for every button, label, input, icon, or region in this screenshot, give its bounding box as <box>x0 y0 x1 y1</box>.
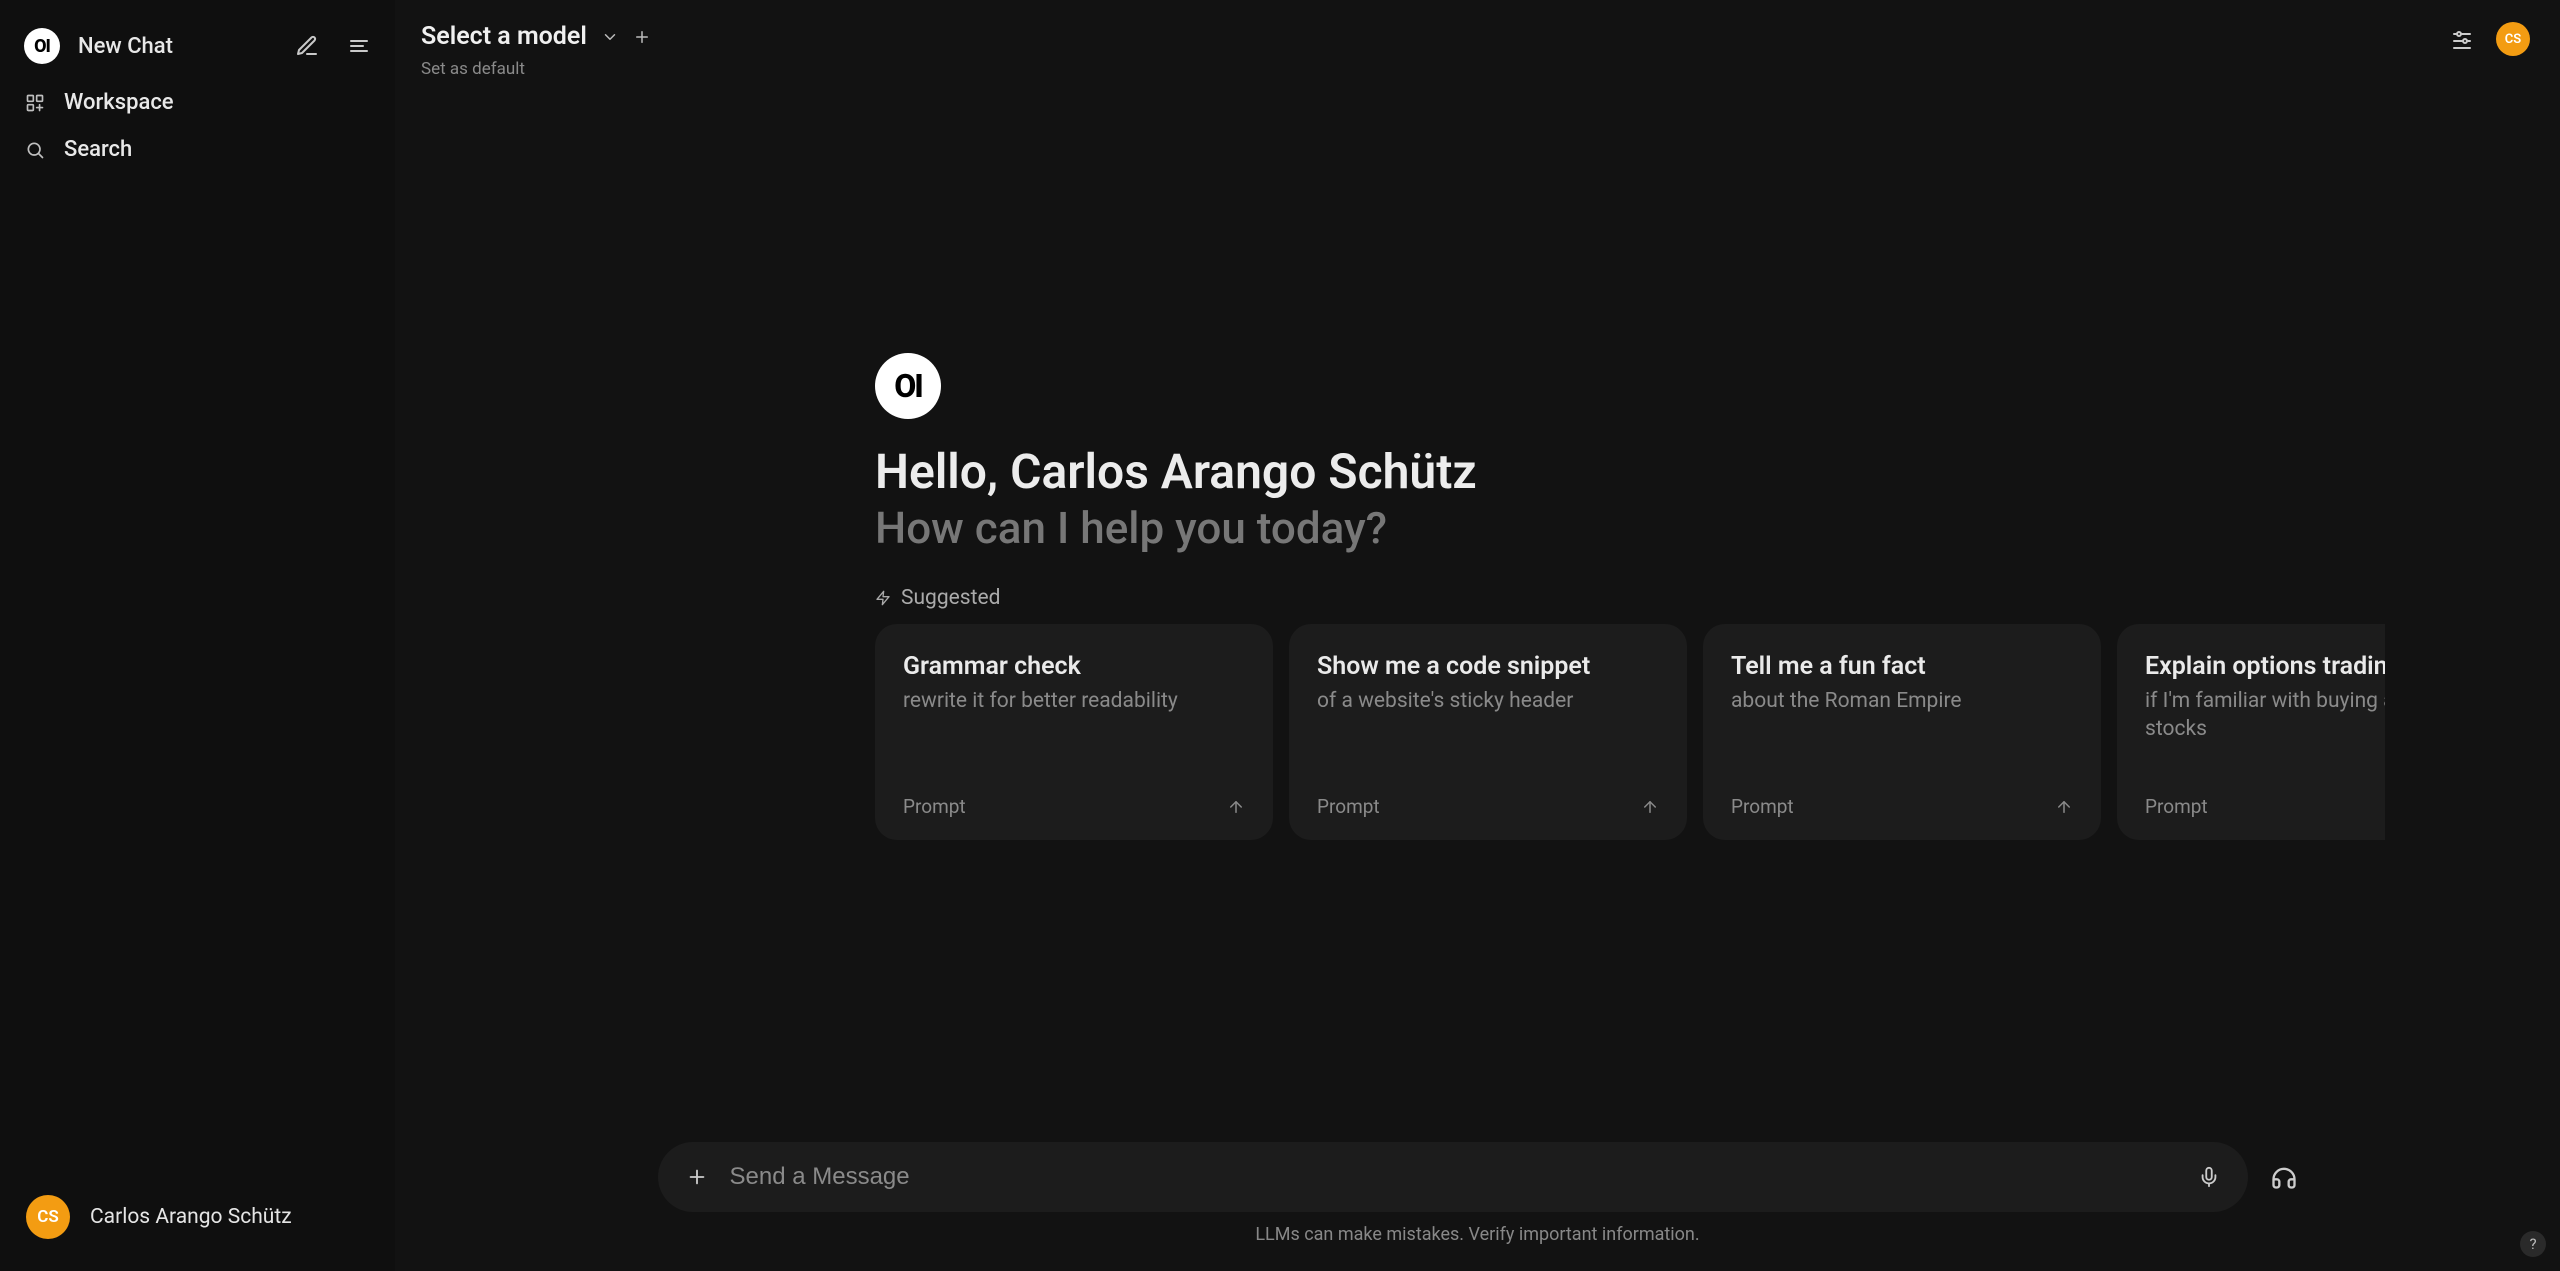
search-label: Search <box>64 137 132 162</box>
suggestion-card[interactable]: Tell me a fun fact about the Roman Empir… <box>1703 624 2101 840</box>
greeting-subtitle: How can I help you today? <box>875 502 1387 554</box>
avatar-small[interactable]: CS <box>2496 22 2530 56</box>
help-button[interactable]: ? <box>2520 1231 2546 1257</box>
composer: LLMs can make mistakes. Verify important… <box>658 1142 2298 1245</box>
arrow-up-icon <box>1227 798 1245 816</box>
disclaimer: LLMs can make mistakes. Verify important… <box>1255 1224 1699 1245</box>
suggestion-card[interactable]: Show me a code snippet of a website's st… <box>1289 624 1687 840</box>
suggestion-cards: Grammar check rewrite it for better read… <box>875 624 2385 840</box>
card-subtitle: rewrite it for better readability <box>903 687 1245 715</box>
arrow-up-icon <box>2055 798 2073 816</box>
user-name: Carlos Arango Schütz <box>90 1205 292 1229</box>
workspace-button[interactable]: Workspace <box>18 82 377 123</box>
card-title: Tell me a fun fact <box>1731 652 2073 681</box>
card-tag: Prompt <box>1317 795 1380 818</box>
card-subtitle: about the Roman Empire <box>1731 687 2073 715</box>
attach-button[interactable] <box>686 1166 708 1188</box>
card-subtitle: if I'm familiar with buying and selling … <box>2145 687 2385 744</box>
bolt-icon <box>875 590 891 606</box>
card-tag: Prompt <box>903 795 966 818</box>
suggestion-card[interactable]: Grammar check rewrite it for better read… <box>875 624 1273 840</box>
message-input[interactable] <box>730 1163 2176 1191</box>
suggested-label: Suggested <box>901 586 1000 610</box>
suggested-header: Suggested <box>875 586 1000 610</box>
new-chat-label: New Chat <box>78 34 173 59</box>
workspace-icon <box>24 92 46 114</box>
message-input-container <box>658 1142 2248 1212</box>
app-logo-icon: OI <box>24 28 60 64</box>
avatar: CS <box>26 1195 70 1239</box>
greeting-title: Hello, Carlos Arango Schütz <box>875 443 1477 500</box>
new-chat-button[interactable]: OI New Chat <box>18 20 377 72</box>
card-title: Show me a code snippet <box>1317 652 1659 681</box>
card-title: Explain options trading <box>2145 652 2385 681</box>
card-tag: Prompt <box>2145 795 2208 818</box>
card-title: Grammar check <box>903 652 1245 681</box>
settings-icon[interactable] <box>2450 27 2474 51</box>
sidebar: OI New Chat Workspace Search <box>0 0 395 1271</box>
headphones-button[interactable] <box>2270 1163 2298 1191</box>
user-menu[interactable]: CS Carlos Arango Schütz <box>18 1187 377 1251</box>
model-selector-label: Select a model <box>421 22 587 51</box>
main: Select a model Set as default CS OI Hell… <box>395 0 2560 1271</box>
arrow-up-icon <box>1641 798 1659 816</box>
model-selector[interactable]: Select a model <box>421 22 651 51</box>
compose-icon[interactable] <box>295 34 319 58</box>
chevron-down-icon <box>601 28 619 46</box>
search-icon <box>24 139 46 161</box>
workspace-label: Workspace <box>64 90 174 115</box>
card-subtitle: of a website's sticky header <box>1317 687 1659 715</box>
menu-icon[interactable] <box>347 34 371 58</box>
suggestion-card[interactable]: Explain options trading if I'm familiar … <box>2117 624 2385 840</box>
add-model-button[interactable] <box>633 28 651 46</box>
set-default-button[interactable]: Set as default <box>421 59 651 79</box>
card-tag: Prompt <box>1731 795 1794 818</box>
microphone-button[interactable] <box>2198 1166 2220 1188</box>
search-button[interactable]: Search <box>18 129 377 170</box>
topbar: Select a model Set as default CS <box>395 0 2560 93</box>
app-logo-large: OI <box>875 353 941 419</box>
content: OI Hello, Carlos Arango Schütz How can I… <box>395 93 2560 1271</box>
